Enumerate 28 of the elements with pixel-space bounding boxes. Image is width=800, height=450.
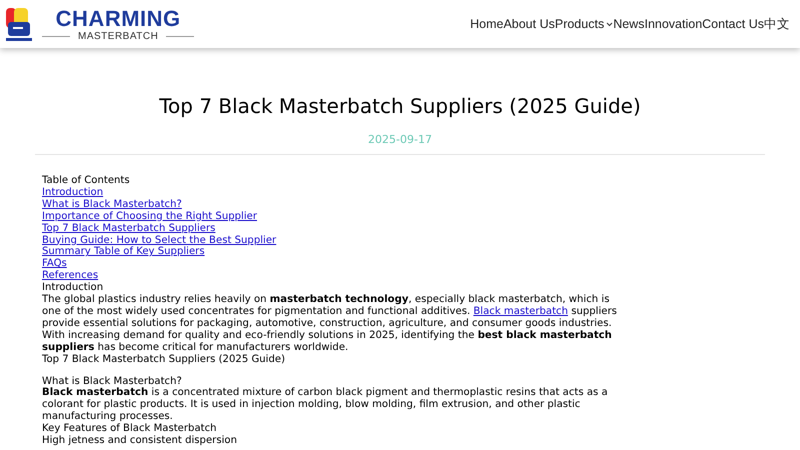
nav-link[interactable]: News bbox=[613, 16, 644, 32]
toc-link[interactable]: What is Black Masterbatch? bbox=[42, 198, 182, 210]
toc-link[interactable]: References bbox=[42, 270, 98, 282]
toc-heading: Table of Contents bbox=[42, 175, 131, 187]
section-heading: Top 7 Black Masterbatch Suppliers (2025 Guide) bbox=[42, 354, 286, 366]
nav-link[interactable]: Innovation bbox=[644, 16, 702, 32]
nav-link[interactable]: Products bbox=[554, 16, 614, 32]
toc-link[interactable]: Summary Table of Key Suppliers bbox=[42, 246, 205, 258]
brand-name: CHARMING bbox=[56, 6, 181, 30]
section-heading: High jetness and consistent dispersion bbox=[42, 435, 238, 447]
nav-link[interactable]: Home bbox=[470, 16, 504, 32]
inline-link[interactable]: Black masterbatch bbox=[473, 306, 568, 317]
nav-link[interactable]: About Us bbox=[503, 16, 555, 32]
brand-tagline: MASTERBATCH bbox=[78, 30, 158, 42]
toc-link[interactable]: Importance of Choosing the Right Supplier bbox=[42, 210, 258, 222]
section-heading: Introduction bbox=[42, 282, 104, 294]
paragraph: The global plastics industry relies heavily on masterbatch technology, especially black masterbatch, which is one of the most widely used concentrates for pigmentation and functional additives. Black masterbatch suppliers provide essential solutions for packaging, automotive, construction, agriculture, and consumer goods industries. With increasing demand for quality and eco-friendly solutions in 2025, identifying the best black masterbatch suppliers has become critical for manufacturers worldwide. bbox=[42, 294, 618, 354]
toc-link[interactable]: Buying Guide: How to Select the Best Supplier bbox=[42, 234, 276, 246]
section-heading: Key Features of Black Masterbatch bbox=[42, 423, 218, 435]
nav-link[interactable]: Contact Us bbox=[702, 16, 764, 32]
article-title: Top 7 Black Masterbatch Suppliers (2025 Guide) bbox=[158, 93, 642, 120]
nav-link[interactable]: 中文 bbox=[764, 16, 790, 32]
toc-link[interactable]: FAQs bbox=[42, 258, 67, 270]
toc-link[interactable]: Top 7 Black Masterbatch Suppliers bbox=[42, 222, 216, 234]
paragraph: Black masterbatch is a concentrated mixture of carbon black pigment and thermoplastic resins that acts as a colorant for plastic products. It is used in injection molding, blow molding, film extrusion, and other plastic manufacturing processes. bbox=[42, 387, 609, 423]
toc-link[interactable]: Introduction bbox=[42, 186, 104, 198]
article-date: 2025-09-17 bbox=[367, 133, 433, 146]
section-heading: What is Black Masterbatch? bbox=[42, 376, 183, 387]
